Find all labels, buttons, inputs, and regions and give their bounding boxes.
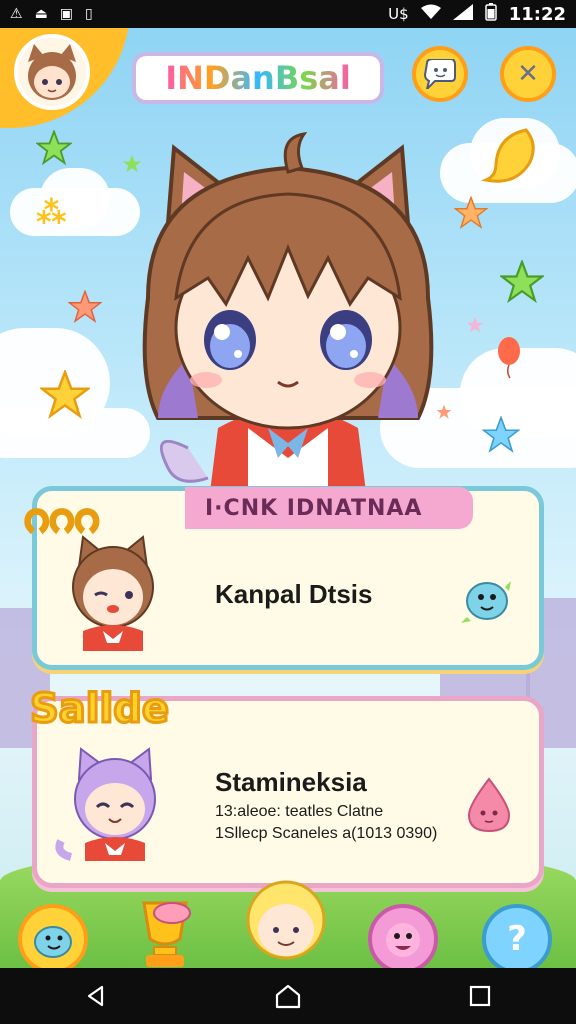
blue-bird-icon xyxy=(34,926,72,958)
recents-button[interactable] xyxy=(440,968,520,1024)
home-icon xyxy=(275,984,301,1009)
star-icon xyxy=(36,130,72,166)
character-stat-line: 13:aleoe: teatles Clatne xyxy=(215,803,384,820)
blonde-kid-icon xyxy=(246,880,326,960)
blonde-kid-button[interactable] xyxy=(244,876,328,960)
back-icon xyxy=(87,985,104,1007)
help-button[interactable]: ? xyxy=(482,904,552,968)
carrier-text: U$ xyxy=(388,5,409,23)
balloon-icon xyxy=(498,337,520,379)
star-icon xyxy=(482,416,520,453)
signal-icon xyxy=(452,4,473,24)
moon-icon xyxy=(480,128,535,183)
image-icon: ▣ xyxy=(59,6,74,22)
sparkle-icon: ⁂ xyxy=(36,196,67,231)
system-nav-bar xyxy=(0,968,576,1024)
trophy-button[interactable] xyxy=(130,896,200,967)
close-icon: ✕ xyxy=(517,59,539,89)
profile-button[interactable] xyxy=(412,46,468,102)
character-name: Stamineksia xyxy=(215,767,367,797)
character-name: Kanpal Dtsis xyxy=(215,579,373,609)
star-icon xyxy=(500,260,544,304)
character-stat-line: 1Sllecp Scaneles a(1013 0390) xyxy=(215,825,438,842)
game-title: INDanBsal xyxy=(132,52,384,104)
player-avatar[interactable] xyxy=(14,34,90,110)
pink-drop-icon[interactable] xyxy=(459,775,519,835)
pink-pig-button[interactable] xyxy=(368,904,438,968)
game-scene: ⁂ INDanBsal ✕ I·CNK IDNATNAA Kanpal Dtsi… xyxy=(0,28,576,968)
close-button[interactable]: ✕ xyxy=(500,46,556,102)
blue-dino-icon[interactable] xyxy=(457,567,517,627)
character-card[interactable]: I·CNK IDNATNAA Kanpal Dtsis xyxy=(32,486,544,670)
gold-trophy-icon xyxy=(142,901,191,967)
upload-icon: ⏏ xyxy=(34,6,48,22)
card-ribbon: I·CNK IDNATNAA xyxy=(185,487,473,529)
cat-girl-avatar-icon xyxy=(28,44,76,100)
blue-bird-button[interactable] xyxy=(18,904,88,968)
star-icon xyxy=(454,196,488,229)
battery-icon xyxy=(484,3,497,25)
wifi-icon xyxy=(420,4,441,24)
hero-cat-girl xyxy=(142,131,434,508)
card-avatar-purple-cat xyxy=(55,747,156,861)
star-icon xyxy=(68,290,102,323)
star-icon xyxy=(40,370,90,420)
star-icon xyxy=(466,316,484,333)
home-button[interactable] xyxy=(248,968,328,1024)
question-icon: ? xyxy=(507,919,527,959)
pink-pig-icon xyxy=(386,923,420,957)
card-badge: ဂဂဂ xyxy=(22,489,100,543)
card-badge: Sallde xyxy=(29,685,171,734)
status-bar: ⚠ ⏏ ▣ ▯ U$ 11:22 xyxy=(0,0,576,28)
speech-face-icon xyxy=(423,59,456,89)
recents-icon xyxy=(469,985,491,1007)
clock: 11:22 xyxy=(508,3,566,25)
back-button[interactable] xyxy=(56,968,136,1024)
sim-icon: ▯ xyxy=(85,6,93,22)
warning-icon: ⚠ xyxy=(10,6,23,22)
